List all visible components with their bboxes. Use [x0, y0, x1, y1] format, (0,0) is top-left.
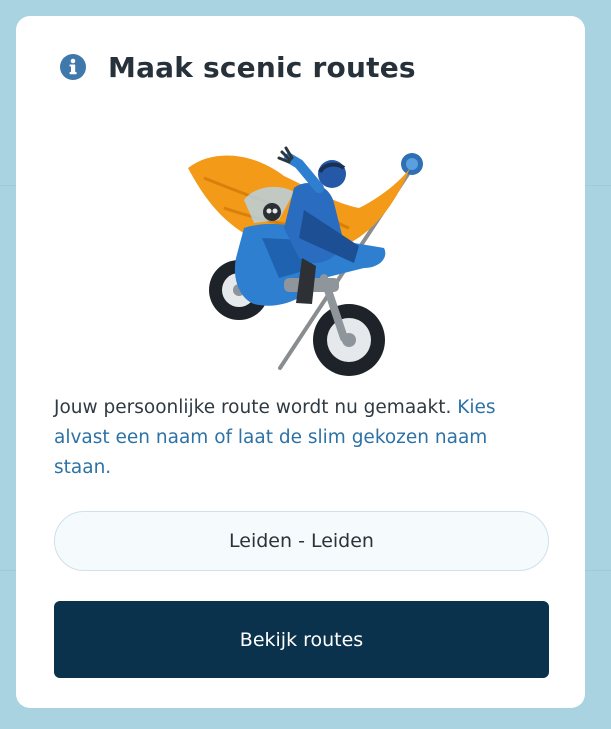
- view-routes-button[interactable]: Bekijk routes: [54, 601, 549, 678]
- status-message-text: Jouw persoonlijke route wordt nu gemaakt…: [54, 397, 458, 418]
- scenic-routes-dialog: Maak scenic routes Jouw persoonlijke rou…: [16, 16, 585, 708]
- dialog-header: Maak scenic routes: [60, 50, 416, 84]
- motorcycle-rider-illustration: [188, 146, 423, 376]
- info-icon: [60, 54, 86, 80]
- dialog-title: Maak scenic routes: [108, 50, 416, 84]
- route-name-input[interactable]: [54, 511, 549, 571]
- status-message: Jouw persoonlijke route wordt nu gemaakt…: [54, 393, 534, 483]
